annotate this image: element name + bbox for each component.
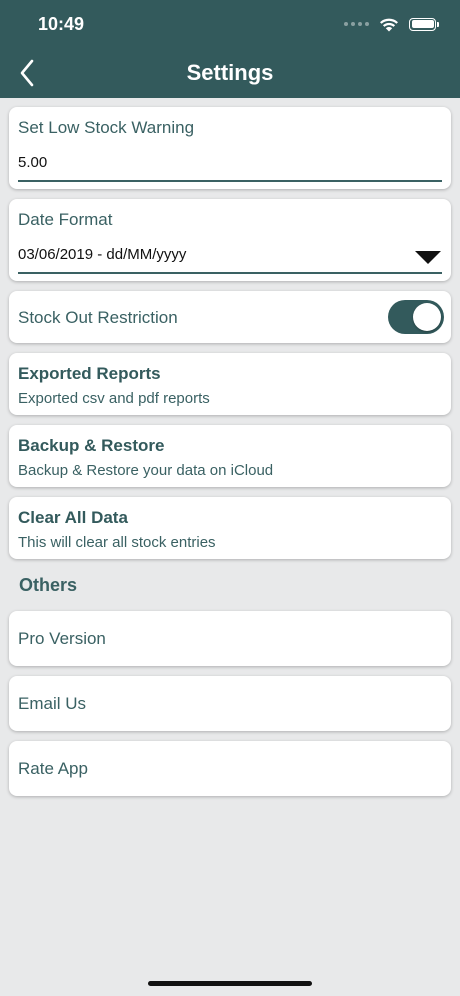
others-section-header: Others — [19, 575, 78, 595]
battery-icon — [409, 17, 439, 31]
clear-data-subtitle: This will clear all stock entries — [18, 534, 216, 551]
low-stock-underline — [18, 180, 442, 182]
email-us-item[interactable]: Email Us — [9, 676, 451, 731]
stock-out-label: Stock Out Restriction — [18, 308, 178, 327]
exported-reports-title: Exported Reports — [18, 364, 161, 383]
pro-version-item[interactable]: Pro Version — [9, 611, 451, 666]
date-format-label: Date Format — [18, 210, 113, 229]
low-stock-card: Set Low Stock Warning 5.00 — [9, 107, 451, 189]
rate-app-label: Rate App — [18, 759, 88, 778]
nav-header: 10:49 Settings — [0, 0, 460, 98]
toggle-knob — [413, 303, 441, 331]
status-icons — [344, 14, 439, 34]
stock-out-toggle[interactable] — [388, 300, 444, 334]
backup-restore-item[interactable]: Backup & Restore Backup & Restore your d… — [9, 425, 451, 487]
page-title: Settings — [186, 60, 274, 85]
exported-reports-item[interactable]: Exported Reports Exported csv and pdf re… — [9, 353, 451, 415]
exported-reports-subtitle: Exported csv and pdf reports — [18, 390, 210, 407]
signal-icon — [344, 22, 369, 26]
backup-restore-title: Backup & Restore — [18, 436, 165, 455]
stock-out-card: Stock Out Restriction — [9, 291, 451, 343]
rate-app-item[interactable]: Rate App — [9, 741, 451, 796]
pro-version-label: Pro Version — [18, 629, 106, 648]
clear-data-title: Clear All Data — [18, 508, 128, 527]
date-format-select[interactable]: 03/06/2019 - dd/MM/yyyy — [18, 246, 186, 263]
backup-restore-subtitle: Backup & Restore your data on iCloud — [18, 462, 274, 479]
clear-data-item[interactable]: Clear All Data This will clear all stock… — [9, 497, 451, 559]
home-indicator[interactable] — [148, 981, 312, 986]
low-stock-label: Set Low Stock Warning — [18, 118, 195, 137]
email-us-label: Email Us — [18, 694, 87, 713]
status-time: 10:49 — [38, 14, 85, 34]
wifi-icon — [380, 18, 398, 31]
low-stock-input[interactable]: 5.00 — [18, 154, 47, 171]
date-format-underline — [18, 272, 442, 274]
date-format-card: Date Format 03/06/2019 - dd/MM/yyyy — [9, 199, 451, 281]
triangle-down-icon[interactable] — [415, 251, 441, 264]
